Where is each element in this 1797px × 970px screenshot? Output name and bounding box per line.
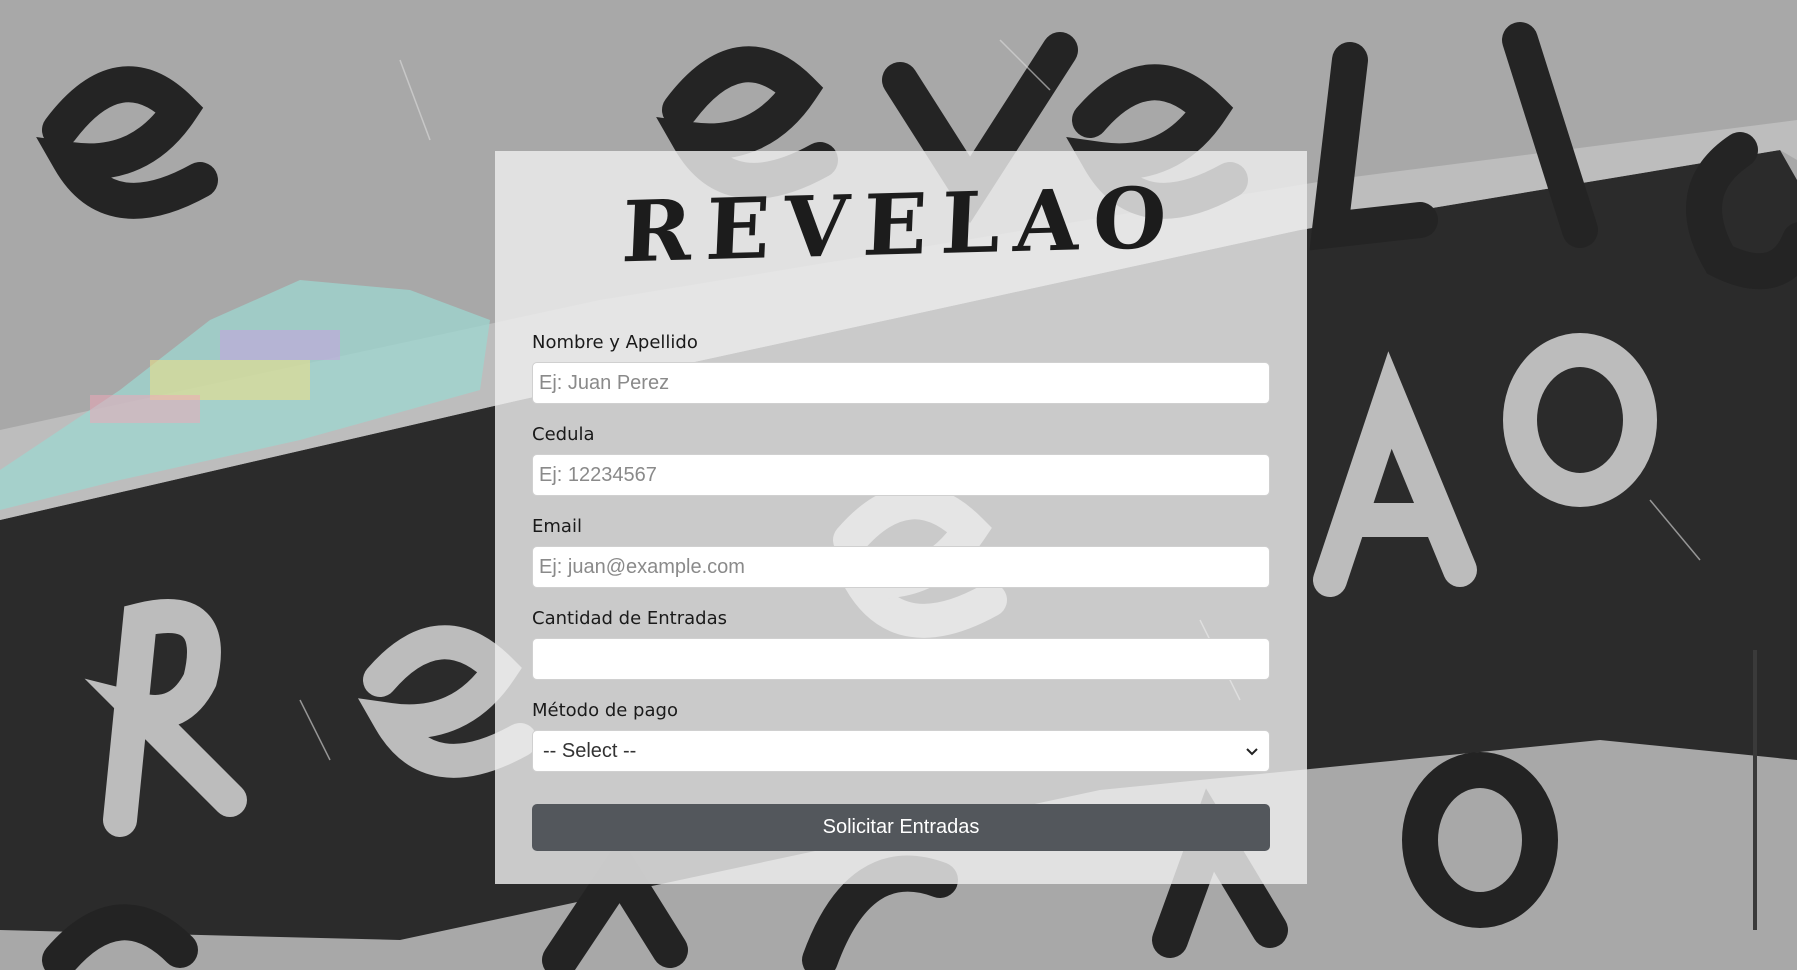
brand-logo: REVELAO: [619, 167, 1183, 282]
ticket-form: Nombre y Apellido Cedula Email Cantidad …: [532, 331, 1270, 851]
name-label: Nombre y Apellido: [532, 332, 698, 353]
email-input[interactable]: [532, 546, 1270, 588]
cedula-input[interactable]: [532, 454, 1270, 496]
quantity-input[interactable]: [532, 638, 1270, 680]
name-input[interactable]: [532, 362, 1270, 404]
payment-method-select[interactable]: -- Select --: [532, 730, 1270, 772]
ticket-request-card: REVELAO Nombre y Apellido Cedula Email C…: [495, 151, 1307, 884]
email-label: Email: [532, 516, 582, 537]
submit-button[interactable]: Solicitar Entradas: [532, 804, 1270, 851]
chevron-down-icon: [1246, 748, 1258, 756]
quantity-label: Cantidad de Entradas: [532, 608, 727, 629]
cedula-label: Cedula: [532, 424, 595, 445]
payment-method-label: Método de pago: [532, 700, 678, 721]
payment-method-selected: -- Select --: [543, 739, 637, 762]
logo-area: REVELAO: [532, 151, 1270, 301]
